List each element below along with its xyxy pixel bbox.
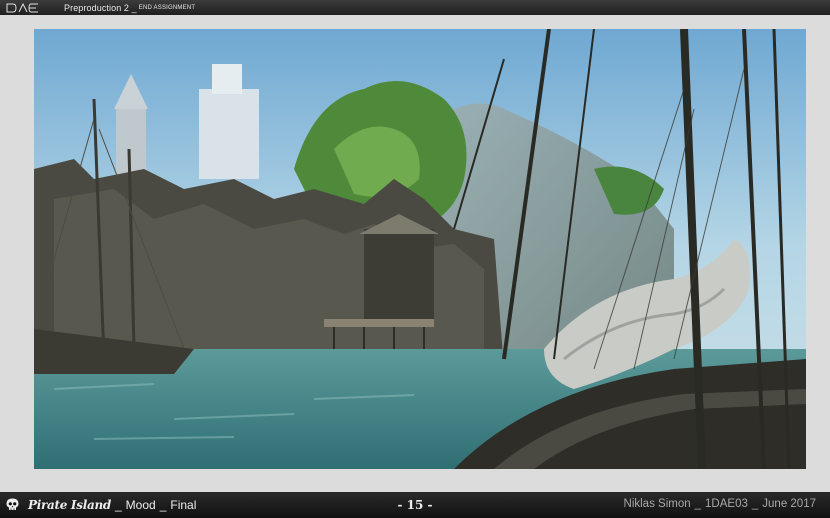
date: June 2017: [762, 498, 816, 510]
title-separator: _: [114, 498, 122, 512]
header-bar: Preproduction 2 _ END ASSIGNMENT: [0, 0, 830, 15]
footer-bar: Pirate Island _ Mood _ Final - 15 - Nikl…: [0, 492, 830, 518]
credits: Niklas Simon _ 1DAE03 _ June 2017: [624, 498, 816, 510]
credits-separator: _: [694, 498, 702, 510]
stage-name: Final: [170, 498, 197, 512]
assignment-label: END ASSIGNMENT: [138, 4, 196, 11]
slide-title: Pirate Island _ Mood _ Final: [28, 498, 196, 512]
mood-painting: [34, 29, 806, 469]
game-name: Pirate Island: [28, 498, 111, 512]
presentation-slide: Preproduction 2 _ END ASSIGNMENT Pirate …: [0, 0, 830, 518]
class-code: 1DAE03: [705, 498, 748, 510]
author-name: Niklas Simon: [623, 498, 691, 510]
credits-separator: _: [751, 498, 759, 510]
skull-icon: [6, 498, 19, 512]
dae-logo: [6, 2, 46, 13]
section-name: Mood: [125, 498, 156, 512]
title-separator: _: [159, 498, 167, 512]
project-title: Preproduction 2 _: [64, 2, 137, 13]
page-number: - 15 -: [397, 498, 433, 512]
